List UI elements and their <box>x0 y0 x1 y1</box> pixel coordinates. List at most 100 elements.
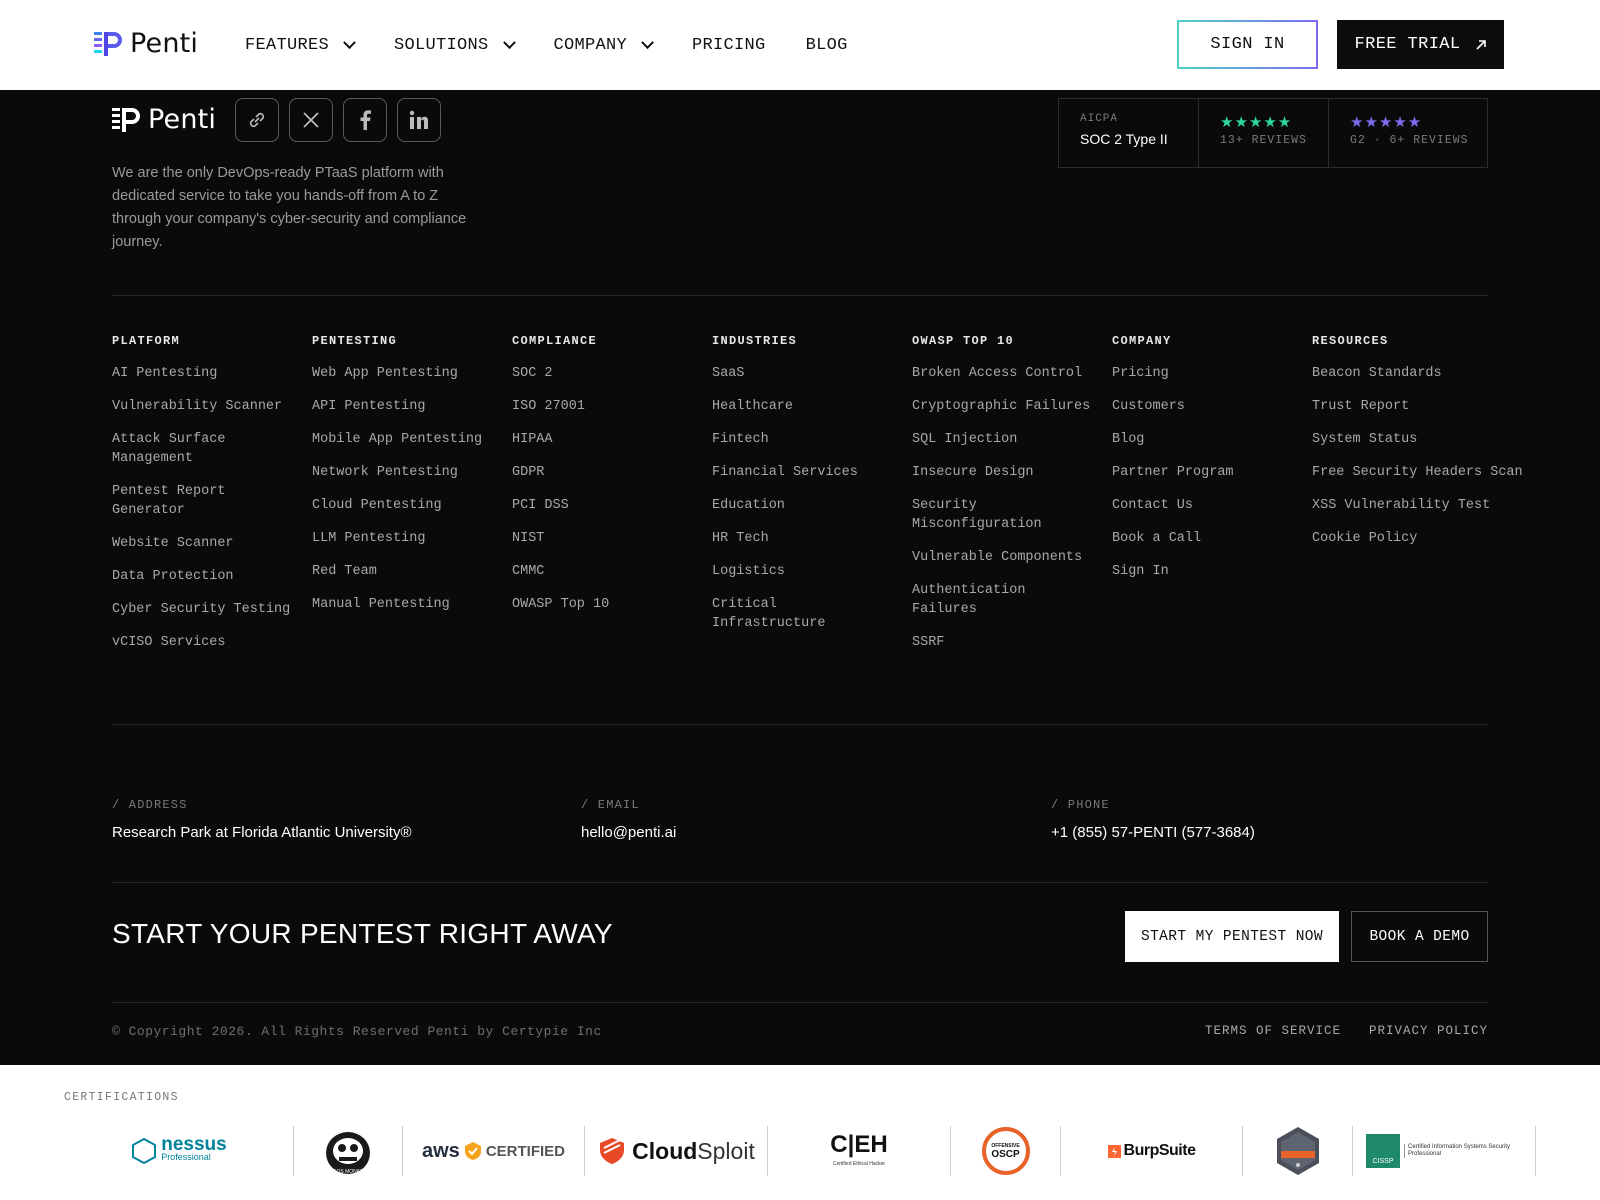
footer-link[interactable]: OWASP Top 10 <box>512 595 692 614</box>
burpsuite-logo: BurpSuite <box>1061 1126 1243 1176</box>
footer-link[interactable]: Manual Pentesting <box>312 595 492 614</box>
nessus-logo: nessus Professional <box>64 1126 294 1176</box>
start-pentest-button[interactable]: START MY PENTEST NOW <box>1125 911 1339 962</box>
footer-link[interactable]: XSS Vulnerability Test <box>1312 496 1492 515</box>
footer-link[interactable]: API Pentesting <box>312 397 492 416</box>
oscp-text: OSCP <box>991 1148 1020 1160</box>
footer-link[interactable]: Education <box>712 496 892 515</box>
chevron-down-icon <box>502 35 516 49</box>
nav-label: SOLUTIONS <box>394 35 489 55</box>
certification-logos: nessus Professional CHAOS MONKEYS aws CE… <box>64 1126 1536 1176</box>
trust-badges: AICPA SOC 2 Type II ★★★★★ 13+ REVIEWS ★★… <box>1058 98 1488 168</box>
footer-link[interactable]: HR Tech <box>712 529 892 548</box>
footer-link[interactable]: Sign In <box>1112 562 1292 581</box>
aws-check-badge-icon <box>464 1142 481 1160</box>
footer-link[interactable]: Web App Pentesting <box>312 364 492 383</box>
footer-link[interactable]: SQL Injection <box>912 430 1092 449</box>
footer-link[interactable]: AI Pentesting <box>112 364 292 383</box>
footer-logo[interactable]: Penti <box>112 104 216 135</box>
cissp-logo: CISSP Certified Information Systems Secu… <box>1353 1126 1536 1176</box>
phone-link[interactable]: +1 (855) 57-PENTI (577-3684) <box>1051 824 1255 841</box>
footer-link[interactable]: System Status <box>1312 430 1492 449</box>
nav-pricing[interactable]: PRICING <box>692 36 766 55</box>
brand-logo[interactable]: Penti <box>94 28 198 59</box>
oscp-badge: OFFENSIVE OSCP <box>981 1127 1030 1175</box>
footer-link[interactable]: Critical Infrastructure <box>712 595 892 633</box>
footer-link[interactable]: Trust Report <box>1312 397 1492 416</box>
footer-link[interactable]: Financial Services <box>712 463 892 482</box>
column-heading: COMPANY <box>1112 334 1172 348</box>
review-badge[interactable]: ★★★★★ 13+ REVIEWS <box>1199 99 1329 167</box>
privacy-link[interactable]: PRIVACY POLICY <box>1369 1024 1488 1038</box>
footer-link[interactable]: Partner Program <box>1112 463 1292 482</box>
footer-link[interactable]: GDPR <box>512 463 692 482</box>
footer-link[interactable]: Fintech <box>712 430 892 449</box>
footer-link[interactable]: Attack Surface Management <box>112 430 242 468</box>
facebook-button[interactable] <box>343 98 387 142</box>
footer-link[interactable]: Mobile App Pentesting <box>312 430 492 449</box>
footer-link[interactable]: Website Scanner <box>112 534 292 553</box>
free-trial-label: FREE TRIAL <box>1354 35 1461 54</box>
footer-link[interactable]: Vulnerable Components <box>912 548 1092 567</box>
x-button[interactable] <box>289 98 333 142</box>
cissp-description: Certified Information Systems Security P… <box>1404 1144 1522 1158</box>
link-button[interactable] <box>235 98 279 142</box>
footer-link[interactable]: NIST <box>512 529 692 548</box>
chevron-down-icon <box>641 35 654 49</box>
linkedin-button[interactable] <box>397 98 441 142</box>
footer-link[interactable]: Broken Access Control <box>912 364 1092 383</box>
column-heading: PENTESTING <box>312 334 398 348</box>
footer-link[interactable]: Cookie Policy <box>1312 529 1492 548</box>
footer-link[interactable]: SSRF <box>912 633 1092 652</box>
footer-link[interactable]: Insecure Design <box>912 463 1092 482</box>
column-resources: RESOURCES Beacon Standards Trust Report … <box>1312 334 1523 666</box>
chevron-down-icon <box>343 35 356 49</box>
sign-in-button[interactable]: SIGN IN <box>1177 20 1318 69</box>
footer-link[interactable]: vCISO Services <box>112 633 292 652</box>
footer-link[interactable]: Data Protection <box>112 567 292 586</box>
footer-link[interactable]: Blog <box>1112 430 1292 449</box>
g2-review-badge[interactable]: ★★★★★ G2 · 6+ REVIEWS <box>1329 99 1487 167</box>
book-demo-button[interactable]: BOOK A DEMO <box>1351 911 1488 962</box>
footer-link[interactable]: Authentication Failures <box>912 581 1092 619</box>
social-links <box>235 98 441 142</box>
divider <box>112 882 1488 883</box>
footer-link[interactable]: Contact Us <box>1112 496 1292 515</box>
footer-link[interactable]: Security Misconfiguration <box>912 496 1107 534</box>
footer-link[interactable]: ISO 27001 <box>512 397 692 416</box>
footer-link[interactable]: Red Team <box>312 562 492 581</box>
footer-link[interactable]: Logistics <box>712 562 892 581</box>
footer-link[interactable]: Pricing <box>1112 364 1292 383</box>
footer-link[interactable]: Free Security Headers Scan <box>1312 463 1523 482</box>
nav-label: PRICING <box>692 35 766 55</box>
footer-link[interactable]: SaaS <box>712 364 892 383</box>
footer-link[interactable]: SOC 2 <box>512 364 692 383</box>
terms-link[interactable]: TERMS OF SERVICE <box>1205 1024 1341 1038</box>
footer-link[interactable]: HIPAA <box>512 430 692 449</box>
footer-link[interactable]: Vulnerability Scanner <box>112 397 292 416</box>
footer-link[interactable]: Pentest Report Generator <box>112 482 292 520</box>
footer-link[interactable]: Customers <box>1112 397 1292 416</box>
nav-solutions[interactable]: SOLUTIONS <box>394 35 516 55</box>
footer-link[interactable]: Cyber Security Testing <box>112 600 292 619</box>
footer-link[interactable]: Beacon Standards <box>1312 364 1492 383</box>
column-pentesting: PENTESTING Web App Pentesting API Pentes… <box>312 334 512 666</box>
review-count: 13+ REVIEWS <box>1220 134 1307 147</box>
footer-link[interactable]: Healthcare <box>712 397 892 416</box>
footer-link[interactable]: Cloud Pentesting <box>312 496 492 515</box>
nav-company[interactable]: COMPANY <box>554 35 654 55</box>
free-trial-button[interactable]: FREE TRIAL <box>1337 20 1504 69</box>
email-link[interactable]: hello@penti.ai <box>581 824 676 841</box>
footer-link[interactable]: Book a Call <box>1112 529 1292 548</box>
footer-link[interactable]: Network Pentesting <box>312 463 492 482</box>
nav-blog[interactable]: BLOG <box>806 36 848 55</box>
burp-text: BurpSuite <box>1123 1142 1196 1159</box>
footer-link[interactable]: LLM Pentesting <box>312 529 492 548</box>
column-heading: COMPLIANCE <box>512 334 598 348</box>
ceh-sub: Certified Ethical Hacker <box>832 1161 886 1167</box>
footer-link[interactable]: CMMC <box>512 562 692 581</box>
footer-link[interactable]: PCI DSS <box>512 496 692 515</box>
nav-features[interactable]: FEATURES <box>245 35 356 55</box>
legal-links: TERMS OF SERVICE PRIVACY POLICY <box>1205 1024 1488 1038</box>
footer-link[interactable]: Cryptographic Failures <box>912 397 1092 416</box>
